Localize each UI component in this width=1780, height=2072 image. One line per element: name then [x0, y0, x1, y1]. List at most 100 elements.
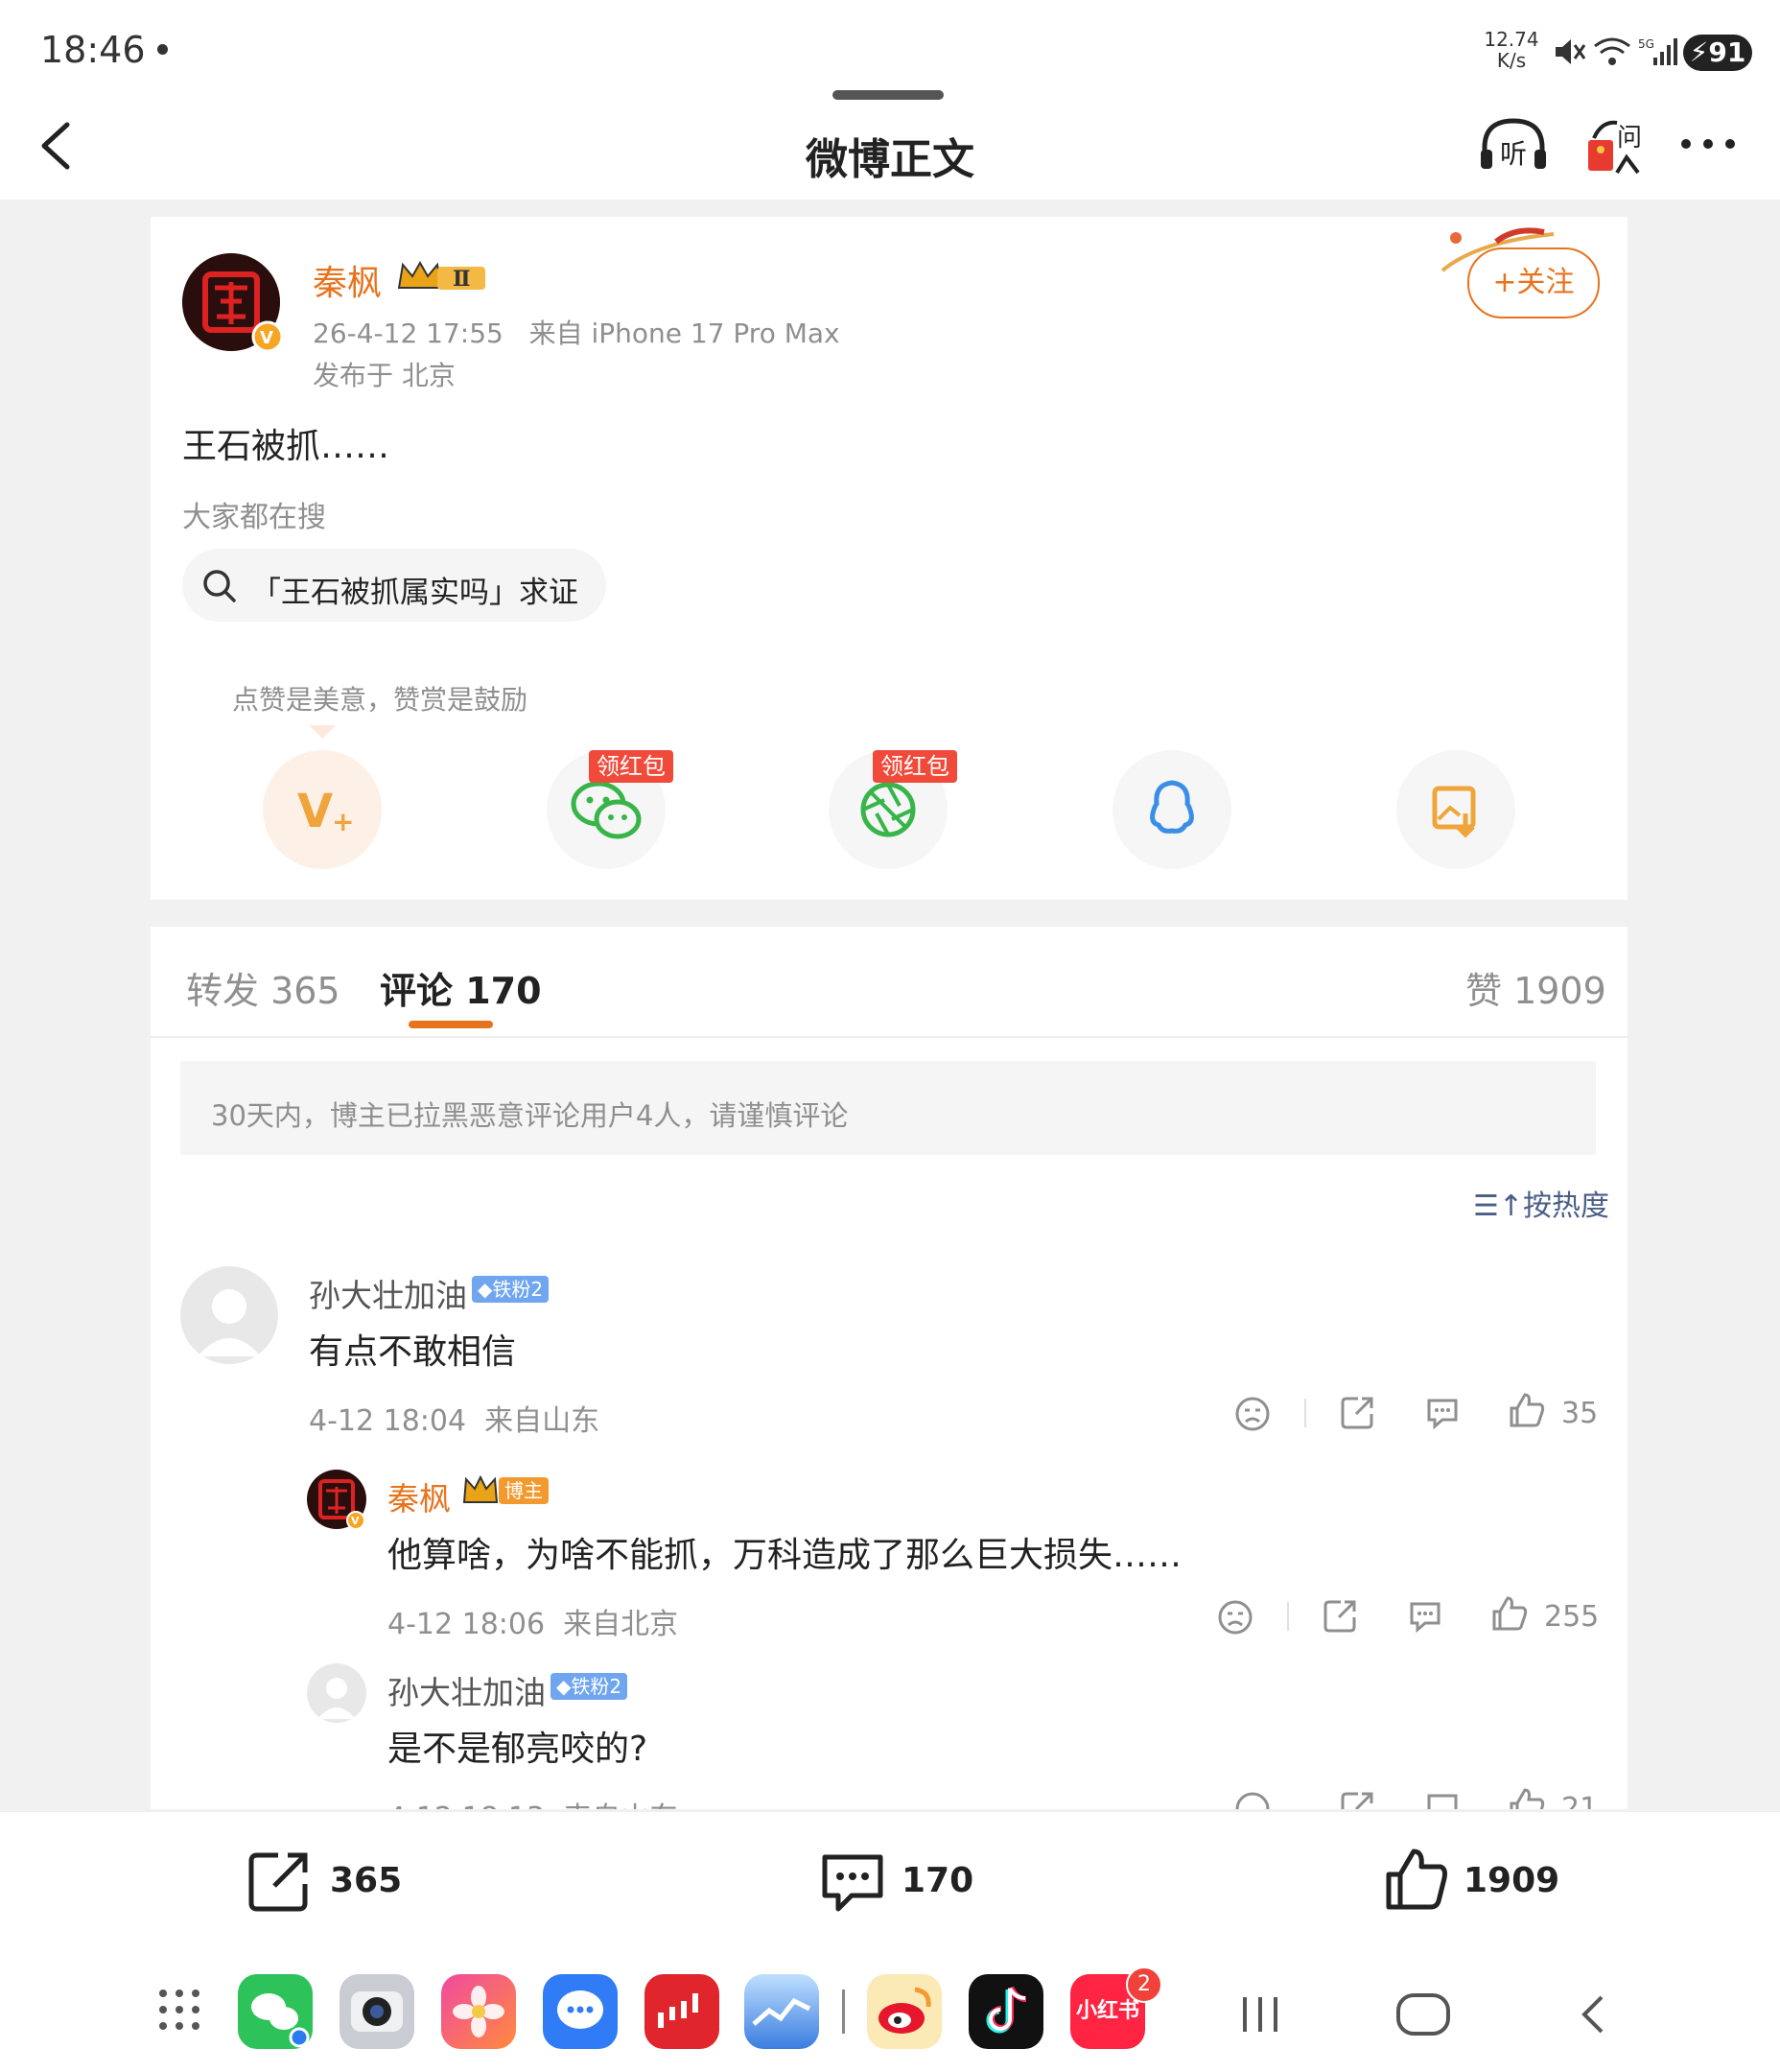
trend-line-icon [752, 1997, 811, 2026]
save-image-button[interactable] [1396, 750, 1515, 869]
camera-app-icon[interactable] [340, 1974, 414, 2049]
tab-like[interactable]: 赞 1909 [1465, 961, 1606, 1014]
finance-app-icon[interactable] [744, 1974, 819, 2049]
like-thumb-icon[interactable] [1490, 1594, 1529, 1633]
follow-button[interactable]: +关注 [1467, 247, 1600, 318]
camera-lens-icon [351, 1991, 403, 2032]
tab-repost[interactable]: 转发 365 [186, 961, 340, 1014]
network-speed: 12.74 K/s [1481, 29, 1542, 71]
gallery-app-icon[interactable] [441, 1974, 516, 2049]
weibo-eye-icon [878, 1987, 931, 2034]
like-count[interactable]: 1909 [1464, 1861, 1559, 1900]
host-badge: 博主 [499, 1477, 549, 1504]
crown-level-badge-icon: Ⅱ [397, 260, 485, 292]
redpack-tag-moments[interactable]: 领红包 [873, 750, 957, 783]
reply-icon[interactable] [1423, 1393, 1462, 1431]
dislike-face-icon[interactable] [1216, 1598, 1254, 1636]
qq-penguin-icon [1150, 780, 1194, 834]
fan-level-label: 铁粉2 [492, 1278, 544, 1301]
tab-divider [151, 1036, 1628, 1038]
comment-count[interactable]: 170 [902, 1861, 973, 1900]
partially-visible-comment-row: 4-12 18:13 来自山东 21 [151, 1784, 1628, 1809]
stock-app-icon[interactable] [644, 1974, 719, 2049]
comment-icon[interactable] [819, 1849, 886, 1915]
commenter-name[interactable]: 孙大壮加油 [309, 1270, 467, 1316]
reply-icon[interactable] [1423, 1788, 1462, 1809]
messages-app-icon[interactable] [543, 1974, 618, 2049]
trending-search-query[interactable]: 「王石被抓属实吗」求证 [251, 568, 578, 611]
app-drawer-icon[interactable] [157, 1988, 201, 2032]
weibo-app-icon[interactable] [867, 1974, 942, 2049]
like-thumb-icon[interactable] [1508, 1786, 1546, 1809]
comment-like-count: 35 [1561, 1397, 1599, 1430]
flower-icon [453, 1986, 504, 2037]
sort-label: 按热度 [1523, 1189, 1610, 1223]
commenter-avatar[interactable] [180, 1266, 278, 1364]
chat-bubble-icon [557, 1990, 603, 2029]
notification-dot [157, 44, 168, 55]
wechat-app-icon[interactable] [238, 1974, 313, 2049]
drag-handle[interactable] [832, 90, 944, 100]
sort-icon: ☰↑ [1473, 1189, 1524, 1223]
battery-indicator: ⚡91 [1683, 35, 1752, 71]
ask-redpacket-button[interactable]: 问 [1584, 115, 1646, 177]
like-thumb-icon[interactable] [1383, 1846, 1450, 1913]
comment-like-count: 21 [1561, 1792, 1599, 1809]
repost-icon[interactable] [1339, 1393, 1377, 1431]
svg-text:+: + [332, 806, 354, 837]
listen-label: 听 [1500, 138, 1527, 170]
comment-text: 是不是郁亮咬的? [387, 1730, 648, 1769]
verified-v-icon: V [251, 320, 284, 353]
sort-by-hot-button[interactable]: ☰↑按热度 [1473, 1182, 1609, 1224]
home-button-icon[interactable] [1394, 1991, 1452, 2037]
commenter-avatar[interactable] [307, 1663, 366, 1723]
repost-icon[interactable] [1322, 1596, 1360, 1635]
repost-count[interactable]: 365 [330, 1861, 402, 1900]
douyin-app-icon[interactable] [969, 1974, 1043, 2049]
lightning-icon: ⚡ [1689, 36, 1709, 68]
share-qq-button[interactable] [1112, 750, 1231, 869]
dislike-face-icon[interactable] [1233, 1790, 1272, 1809]
author-name[interactable]: 秦枫 [313, 255, 382, 305]
comment-meta: 4-12 18:13 来自山东 [387, 1794, 678, 1809]
reply-icon[interactable] [1406, 1596, 1444, 1635]
tab-comment[interactable]: 评论 170 [380, 961, 542, 1014]
more-options-icon[interactable] [1678, 132, 1738, 155]
host-name[interactable]: 秦枫 [387, 1473, 451, 1519]
repost-icon[interactable] [247, 1849, 315, 1913]
wechat-bubbles-icon [251, 1993, 310, 2048]
candlestick-chart-icon [658, 1993, 698, 2028]
default-user-icon [198, 1289, 261, 1356]
recent-apps-icon[interactable] [1239, 1995, 1281, 2034]
wifi-icon [1594, 37, 1630, 65]
fan-level-badge: ◆铁粉2 [472, 1276, 550, 1303]
listen-button[interactable]: 听 [1477, 115, 1550, 177]
svg-text:V: V [297, 785, 333, 838]
diamond-icon: ◆ [556, 1675, 572, 1698]
action-separator [1287, 1602, 1289, 1631]
redpack-tag-wechat[interactable]: 领红包 [589, 750, 673, 783]
comment-meta: 4-12 18:06 来自北京 [387, 1608, 679, 1641]
action-separator [1304, 1399, 1306, 1427]
crown-icon [462, 1474, 499, 1503]
comment-text: 他算啥，为啥不能抓，万科造成了那么巨大损失…… [387, 1536, 1183, 1575]
tip-pointer-icon [309, 725, 336, 739]
repost-icon[interactable] [1339, 1788, 1377, 1809]
battery-level: 91 [1708, 36, 1746, 68]
nav-back-icon[interactable] [1573, 1993, 1615, 2036]
notification-badge: 2 [1126, 1966, 1162, 2003]
dislike-face-icon[interactable] [1233, 1395, 1272, 1433]
commenter-name[interactable]: 孙大壮加油 [387, 1667, 546, 1713]
post-time-source: 26-4-12 17:55 来自 iPhone 17 Pro Max [313, 318, 840, 349]
reward-tip-text: 点赞是美意，赞赏是鼓励 [232, 684, 528, 716]
comment-meta: 4-12 18:04 来自山东 [309, 1404, 600, 1438]
music-note-icon [986, 1986, 1027, 2034]
save-image-icon [1432, 786, 1476, 838]
cellular-signal-icon: 5G [1638, 37, 1677, 65]
like-thumb-icon[interactable] [1508, 1391, 1546, 1429]
comment-text: 有点不敢相信 [309, 1332, 517, 1372]
active-tab-indicator [409, 1021, 493, 1028]
reward-button[interactable]: V + [263, 750, 382, 869]
post-location: 发布于 北京 [313, 360, 456, 391]
svg-text:V: V [351, 1515, 360, 1527]
